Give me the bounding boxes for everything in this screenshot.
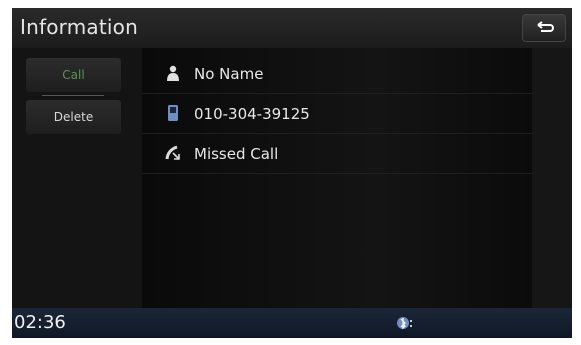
divider [42, 95, 104, 96]
delete-button[interactable]: Delete [26, 100, 121, 134]
call-button[interactable]: Call [26, 58, 121, 92]
phone-number: 010-304-39125 [194, 105, 310, 123]
action-panel: Call Delete [12, 48, 142, 308]
details-panel: No Name 010-304-39125 Missed Call [142, 48, 532, 308]
back-button[interactable] [522, 14, 566, 42]
detail-row-number: 010-304-39125 [142, 94, 532, 134]
call-status: Missed Call [194, 145, 279, 163]
page-title: Information [20, 15, 138, 39]
screen: Information Call Delete No Name 010-304- [12, 8, 572, 338]
clock: 02:36 [14, 312, 66, 333]
right-panel [532, 48, 572, 308]
status-bar: 02:36 [12, 308, 572, 338]
detail-row-status: Missed Call [142, 134, 532, 174]
header-bar: Information [12, 8, 572, 48]
missed-call-icon [165, 145, 180, 160]
bluetooth-phone-icon [397, 317, 412, 330]
detail-row-name: No Name [142, 54, 532, 94]
contact-name: No Name [194, 65, 264, 83]
person-icon [167, 65, 179, 81]
back-arrow-icon [537, 21, 554, 32]
phone-icon [168, 105, 178, 121]
